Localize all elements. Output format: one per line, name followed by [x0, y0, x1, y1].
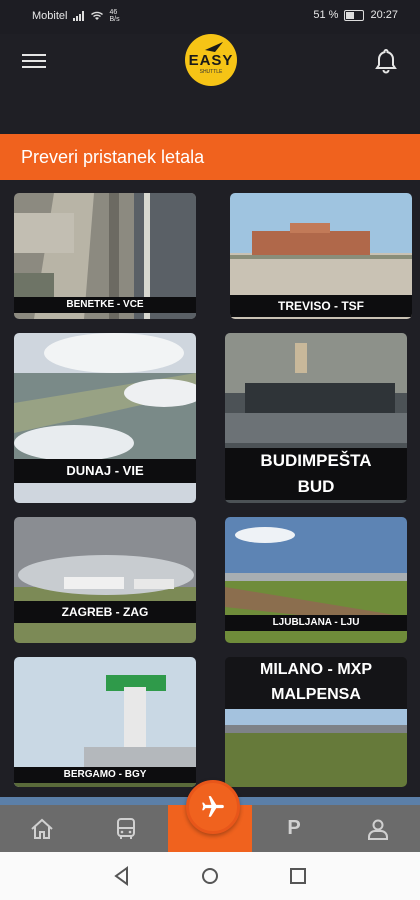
- clock: 20:27: [370, 9, 398, 21]
- logo-subtext: SHUTTLE: [199, 68, 223, 75]
- airplane-icon: [202, 796, 224, 817]
- logo-text: EASY: [188, 51, 234, 69]
- airport-label: LJUBLJANA - LJU: [225, 615, 407, 631]
- home-circle-icon[interactable]: [198, 864, 222, 888]
- airport-card-vce[interactable]: BENETKE - VCE: [14, 193, 196, 319]
- net-speed-unit: B/s: [109, 16, 120, 23]
- section-banner: Preveri pristanek letala: [0, 134, 420, 180]
- airport-label: TREVISO - TSF: [230, 295, 412, 317]
- nav-parking[interactable]: P: [252, 805, 336, 852]
- net-speed-value: 46: [109, 9, 118, 16]
- airport-card-vie[interactable]: DUNAJ - VIE: [14, 333, 196, 503]
- airport-card-mxp[interactable]: MILANO - MXP MALPENSA: [225, 657, 407, 787]
- app-header: EASY SHUTTLE: [0, 34, 420, 134]
- nav-bus[interactable]: [84, 805, 168, 852]
- airport-label: DUNAJ - VIE: [14, 459, 196, 483]
- airport-card-lju[interactable]: LJUBLJANA - LJU: [225, 517, 407, 643]
- status-bar: Mobitel 46 B/s 51 % 20:27: [0, 0, 420, 34]
- airport-label: BERGAMO - BGY: [14, 767, 196, 783]
- airport-label: ZAGREB - ZAG: [14, 601, 196, 623]
- airport-photo: [14, 517, 196, 643]
- flights-fab-button[interactable]: [186, 780, 240, 834]
- bell-icon[interactable]: [374, 48, 398, 74]
- airport-card-zag[interactable]: ZAGREB - ZAG: [14, 517, 196, 643]
- nav-home[interactable]: [0, 805, 84, 852]
- carrier-name: Mobitel: [32, 10, 68, 22]
- airport-label-line1: MILANO - MXP: [260, 661, 372, 678]
- page-title: Preveri pristanek letala: [21, 147, 205, 167]
- battery-icon: [344, 9, 365, 21]
- parking-icon: P: [287, 817, 301, 839]
- system-navigation-bar: [0, 852, 420, 900]
- airport-label: BUDIMPEŠTA BUD: [225, 448, 407, 500]
- airport-card-bud[interactable]: BUDIMPEŠTA BUD: [225, 333, 407, 503]
- airport-label: MILANO - MXP MALPENSA: [225, 657, 407, 709]
- app-logo: EASY SHUTTLE: [185, 34, 237, 86]
- hamburger-menu-icon[interactable]: [22, 50, 46, 74]
- airport-label: BENETKE - VCE: [14, 297, 196, 313]
- airport-label-line2: BUD: [297, 477, 335, 496]
- airport-label-line2: MALPENSA: [271, 686, 361, 703]
- airport-grid: BENETKE - VCE TREVISO - TSF DUNAJ - VIE: [0, 180, 420, 805]
- signal-icon: [73, 11, 85, 21]
- bus-icon: [117, 817, 135, 839]
- nav-profile[interactable]: [336, 805, 420, 852]
- home-icon: [31, 818, 53, 839]
- battery-percent: 51 %: [313, 9, 339, 21]
- recents-square-icon[interactable]: [286, 864, 310, 888]
- airport-card-bgy[interactable]: BERGAMO - BGY: [14, 657, 196, 787]
- back-triangle-icon[interactable]: [110, 864, 134, 888]
- airport-card-tsf[interactable]: TREVISO - TSF: [230, 193, 412, 319]
- wifi-icon: [91, 11, 104, 20]
- airport-label-line1: BUDIMPEŠTA: [260, 451, 372, 470]
- person-icon: [368, 819, 388, 840]
- logo-plane-icon: [205, 42, 223, 52]
